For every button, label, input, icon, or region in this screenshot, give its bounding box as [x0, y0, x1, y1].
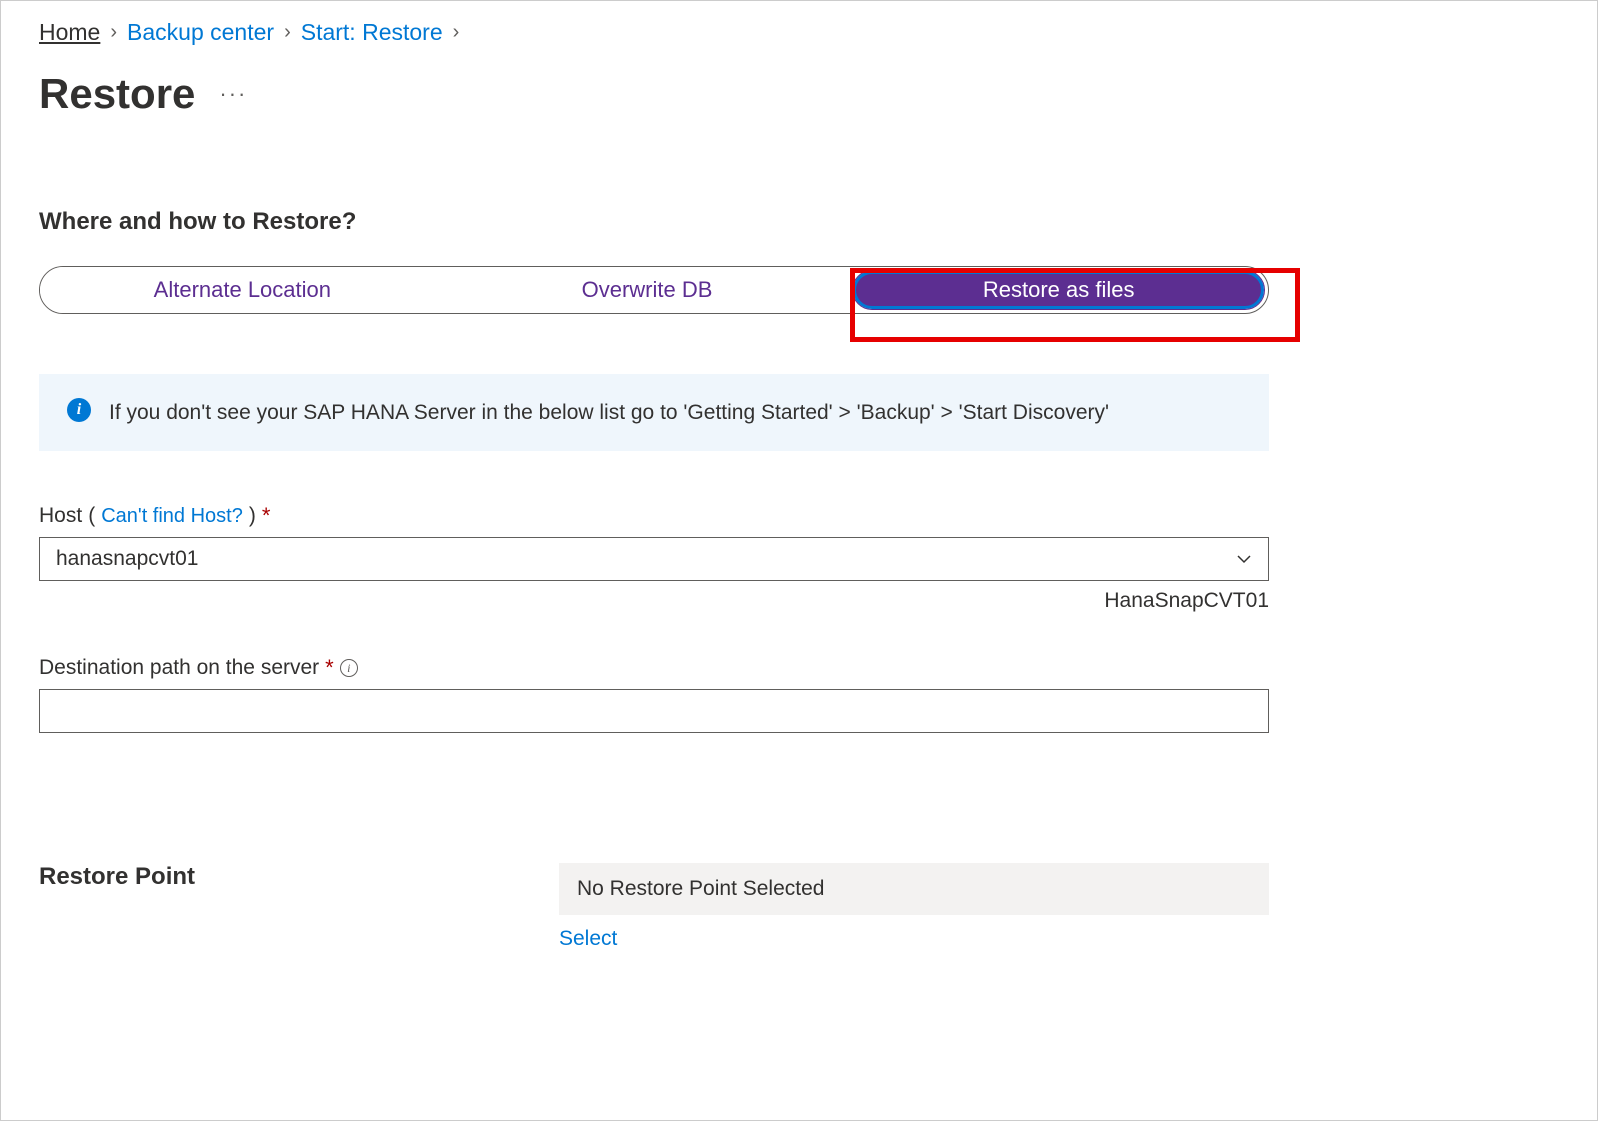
- info-banner-text: If you don't see your SAP HANA Server in…: [109, 398, 1109, 427]
- required-asterisk: *: [262, 503, 271, 529]
- restore-type-selector: Alternate Location Overwrite DB Restore …: [39, 266, 1269, 314]
- required-asterisk: *: [325, 655, 334, 681]
- more-actions-icon[interactable]: ···: [219, 81, 247, 107]
- restore-point-value: No Restore Point Selected: [559, 863, 1269, 915]
- host-dropdown[interactable]: hanasnapcvt01: [39, 537, 1269, 581]
- page-title-row: Restore ···: [39, 70, 1559, 118]
- info-tooltip-icon[interactable]: i: [340, 659, 358, 677]
- host-help-open-paren: (: [88, 504, 95, 528]
- host-field-group: Host (Can't find Host?) * hanasnapcvt01 …: [39, 503, 1269, 613]
- host-help-close-paren: ): [249, 504, 256, 528]
- chevron-right-icon: ›: [110, 21, 117, 44]
- info-banner: i If you don't see your SAP HANA Server …: [39, 374, 1269, 451]
- chevron-right-icon: ›: [453, 21, 460, 44]
- pill-overwrite-db[interactable]: Overwrite DB: [445, 267, 850, 313]
- page-title: Restore: [39, 70, 195, 118]
- restore-point-select-link[interactable]: Select: [559, 927, 617, 950]
- pill-restore-as-files[interactable]: Restore as files: [853, 271, 1264, 309]
- destination-input[interactable]: [39, 689, 1269, 733]
- host-dropdown-value: hanasnapcvt01: [56, 547, 198, 571]
- host-hint: HanaSnapCVT01: [39, 589, 1269, 613]
- restore-point-section: Restore Point No Restore Point Selected …: [39, 863, 1269, 951]
- host-label: Host ( Can't find Host?) *: [39, 503, 1269, 529]
- restore-point-label: Restore Point: [39, 863, 519, 951]
- info-icon: i: [67, 398, 91, 422]
- destination-label: Destination path on the server * i: [39, 655, 1269, 681]
- destination-label-text: Destination path on the server: [39, 656, 319, 680]
- section-title-where-how: Where and how to Restore?: [39, 208, 1559, 236]
- breadcrumb-start-restore[interactable]: Start: Restore: [301, 19, 443, 46]
- chevron-right-icon: ›: [284, 21, 291, 44]
- breadcrumb: Home › Backup center › Start: Restore ›: [39, 19, 1559, 46]
- chevron-down-icon: [1236, 551, 1252, 567]
- breadcrumb-home[interactable]: Home: [39, 19, 100, 46]
- host-help-link[interactable]: Can't find Host?: [101, 505, 243, 528]
- host-label-text: Host: [39, 504, 82, 528]
- destination-field-group: Destination path on the server * i: [39, 655, 1269, 733]
- breadcrumb-backup-center[interactable]: Backup center: [127, 19, 274, 46]
- pill-alternate-location[interactable]: Alternate Location: [40, 267, 445, 313]
